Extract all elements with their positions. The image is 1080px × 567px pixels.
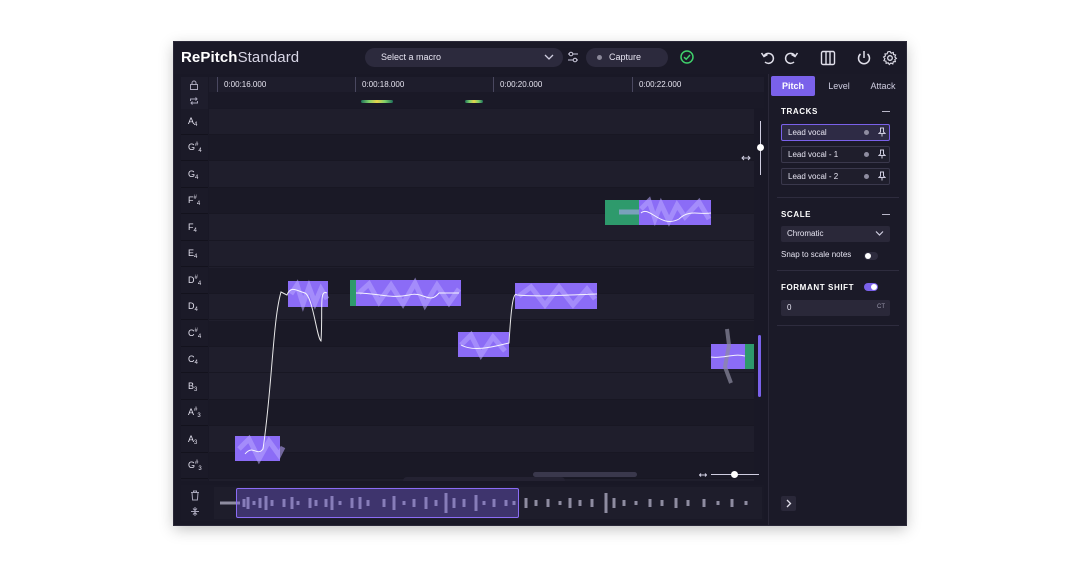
divider [777,270,899,271]
check-circle-icon [680,50,694,64]
key-label: F#4 [181,188,208,214]
capture-label: Capture [609,52,642,62]
chevron-down-icon [875,231,884,236]
key-label: C#4 [181,321,208,347]
divider [777,197,899,198]
vertical-zoom-handle[interactable] [757,144,764,151]
key-label: G#4 [181,135,208,161]
fit-width-icon[interactable] [699,471,707,479]
overview-selection[interactable] [236,488,519,518]
track-dot-icon [864,174,869,179]
timeline-ruler[interactable]: 0:00:16.000 0:00:18.000 0:00:20.000 0:00… [209,77,764,92]
vertical-scroll-thumb[interactable] [758,335,761,397]
app-edition: Standard [237,49,300,66]
chevron-right-icon [786,499,792,508]
key-label: B3 [181,374,208,400]
piano-keys: A4 G#4 G4 F#4 F4 E4 D#4 D4 C#4 C4 B3 A#3… [181,109,208,481]
waveform-overview[interactable] [214,487,762,519]
formant-toggle[interactable] [864,283,878,291]
undo-icon[interactable] [760,50,776,66]
time-label: 0:00:16.000 [224,80,267,89]
left-controls [181,77,208,109]
inspector-tabs: Pitch Level Attack [771,76,905,96]
key-label: C4 [181,347,208,373]
tab-pitch[interactable]: Pitch [771,76,815,96]
key-label: E4 [181,241,208,267]
region-marker[interactable] [465,100,483,103]
chevron-down-icon [544,54,554,60]
sliders-icon[interactable] [567,51,579,63]
unvoiced-segment [745,344,754,369]
key-label: G4 [181,162,208,188]
power-icon[interactable] [856,50,872,66]
split-icon[interactable] [190,506,200,517]
key-label: A4 [181,109,208,135]
snap-label: Snap to scale notes [781,250,852,259]
pin-icon[interactable] [878,127,886,137]
expand-panel-button[interactable] [781,496,796,511]
app-logo: RePitchStandard [181,49,300,66]
track-item[interactable]: Lead vocal [781,124,890,141]
key-label: A3 [181,427,208,453]
marker-strip [209,92,764,108]
lock-icon[interactable] [189,80,199,90]
vertical-scrollbar[interactable] [757,109,764,481]
inspector-panel: Pitch Level Attack TRACKS Lead vocal Lea… [768,74,906,525]
tab-level[interactable]: Level [817,76,861,96]
time-label: 0:00:18.000 [362,80,405,89]
key-label: A#3 [181,400,208,426]
fit-height-icon[interactable] [741,153,754,163]
macro-select[interactable]: Select a macro [365,48,563,67]
key-label: D#4 [181,268,208,294]
tab-attack[interactable]: Attack [861,76,905,96]
scale-heading: SCALE [781,210,812,219]
pin-icon[interactable] [878,171,886,181]
pin-icon[interactable] [878,149,886,159]
edit-toolbar [403,477,565,481]
horizontal-scroll-thumb[interactable] [533,472,637,477]
panels-icon[interactable] [820,50,836,66]
region-marker[interactable] [361,100,393,103]
time-label: 0:00:22.000 [639,80,682,89]
capture-button[interactable]: Capture [586,48,668,67]
gear-icon[interactable] [882,50,898,66]
track-item[interactable]: Lead vocal - 2 [781,168,890,185]
formant-heading: FORMANT SHIFT [781,283,855,292]
collapse-tracks-icon[interactable] [882,111,890,112]
scale-value: Chromatic [787,229,824,238]
trash-icon[interactable] [190,490,200,501]
scale-select[interactable]: Chromatic [781,226,890,242]
time-label: 0:00:20.000 [500,80,543,89]
record-dot-icon [597,55,602,60]
track-item[interactable]: Lead vocal - 1 [781,146,890,163]
track-dot-icon [864,152,869,157]
loop-icon[interactable] [189,96,199,106]
formant-unit: CT [877,304,885,310]
key-label: D4 [181,294,208,320]
tracks-heading: TRACKS [781,107,818,116]
track-name: Lead vocal [788,128,827,137]
collapse-scale-icon[interactable] [882,214,890,215]
unvoiced-segment [350,280,356,306]
divider [777,325,899,326]
formant-value: 0 [787,303,792,312]
track-dot-icon [864,130,869,135]
formant-input[interactable]: 0 CT [781,300,890,316]
notes-layer [235,196,754,465]
app-window: RePitchStandard Select a macro Capture 0… [174,42,906,525]
overview-bar [181,485,764,521]
zoom-slider-handle[interactable] [731,471,738,478]
top-bar: RePitchStandard Select a macro Capture [174,42,906,74]
snap-toggle[interactable] [864,252,878,260]
track-name: Lead vocal - 1 [788,150,839,159]
macro-placeholder: Select a macro [381,52,442,62]
key-label: F4 [181,215,208,241]
pitch-grid[interactable] [209,109,754,481]
key-label: G#3 [181,453,208,479]
redo-icon[interactable] [783,50,799,66]
track-name: Lead vocal - 2 [788,172,839,181]
